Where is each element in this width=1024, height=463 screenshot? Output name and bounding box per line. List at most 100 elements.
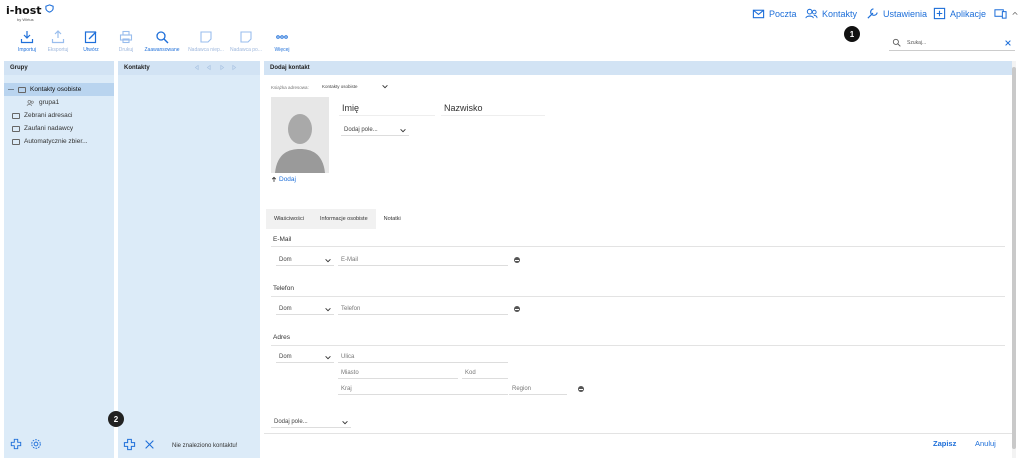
gear-icon[interactable] <box>30 438 42 450</box>
trusted-sender-label: Nadawca po... <box>230 47 262 53</box>
advanced-search-button[interactable]: Zaawansowane <box>139 30 185 53</box>
address-type-select[interactable]: Dom <box>276 352 334 363</box>
group-grupa1[interactable]: grupa1 <box>4 96 114 109</box>
email-type-select[interactable]: Dom <box>276 255 334 266</box>
export-label: Eksportuj <box>47 47 69 53</box>
country-placeholder: Kraj <box>341 386 352 392</box>
divider <box>271 246 1005 247</box>
app-window: i-host by Wirtus Poczta Kontakty 1 Ustaw… <box>0 0 1024 463</box>
address-book-icon <box>12 112 20 119</box>
nav-mail[interactable]: Poczta <box>752 7 797 20</box>
first-page-icon[interactable] <box>194 64 201 71</box>
chevron-up-icon[interactable] <box>1011 7 1019 20</box>
last-name-input[interactable]: Nazwisko <box>441 101 545 116</box>
search-field[interactable]: Szukaj... <box>889 37 1015 51</box>
group-label: Zebrani adresaci <box>24 112 73 119</box>
nav-mail-label: Poczta <box>769 8 797 19</box>
nav-apps[interactable]: Aplikacje <box>933 7 986 20</box>
address-book-icon <box>12 125 20 132</box>
search-icon <box>892 38 901 47</box>
phone-input[interactable]: Telefon <box>338 304 508 315</box>
advanced-search-label: Zaawansowane <box>144 47 180 53</box>
street-input[interactable]: Ulica <box>338 352 508 363</box>
import-label: Importuj <box>17 47 37 53</box>
nav-contacts-label: Kontakty <box>822 8 858 19</box>
arrow-up-icon <box>271 176 277 182</box>
contacts-pager <box>194 64 237 71</box>
add-photo-button[interactable]: Dodaj <box>271 176 296 183</box>
printer-icon <box>119 30 133 44</box>
create-label: Utwórz <box>83 47 99 53</box>
avatar-placeholder-icon <box>275 114 325 173</box>
form-scrollbar[interactable] <box>1012 61 1016 458</box>
edit-icon <box>84 31 97 44</box>
upload-icon <box>51 30 65 44</box>
tab-notes[interactable]: Notatki <box>375 209 409 229</box>
phone-type-value: Dom <box>279 306 292 312</box>
delete-contact-icon[interactable] <box>144 439 155 450</box>
download-icon <box>20 31 34 44</box>
add-field-select-bottom[interactable]: Dodaj pole... <box>271 417 351 428</box>
unsafe-sender-label: Nadawca niep... <box>188 47 224 53</box>
nav-devices[interactable] <box>994 7 1019 20</box>
clear-search-icon[interactable] <box>1004 39 1012 47</box>
addressbook-select[interactable]: Kontakty osobiste <box>319 82 391 91</box>
group-trusted-senders[interactable]: Zaufani nadawcy <box>4 122 114 135</box>
remove-address-icon[interactable] <box>578 386 584 392</box>
more-button[interactable]: Więcej <box>259 30 305 53</box>
street-placeholder: Ulica <box>341 354 355 360</box>
add-field-label: Dodaj pole... <box>344 127 378 133</box>
remove-phone-icon[interactable] <box>514 306 520 312</box>
more-dots-icon <box>276 35 288 39</box>
people-icon <box>26 99 34 106</box>
postal-code-input[interactable]: Kod <box>462 368 508 379</box>
logo-subtitle: by Wirtus <box>17 17 34 22</box>
contact-photo[interactable] <box>271 97 329 173</box>
tab-personal-info[interactable]: Informacje osobiste <box>311 209 376 229</box>
address-book-icon <box>18 86 26 93</box>
cancel-button[interactable]: Anuluj <box>975 439 996 448</box>
next-page-icon[interactable] <box>218 64 225 71</box>
add-group-icon[interactable] <box>10 438 22 450</box>
contacts-title: Kontakty <box>118 61 260 75</box>
add-field-select-top[interactable]: Dodaj pole... <box>341 125 409 136</box>
phone-placeholder: Telefon <box>341 306 361 312</box>
address-section-label: Adres <box>273 334 290 341</box>
footer-divider <box>264 433 1012 434</box>
first-name-input[interactable]: Imię <box>339 101 435 116</box>
chevron-down-icon <box>325 355 331 359</box>
save-button[interactable]: Zapisz <box>933 439 956 448</box>
country-input[interactable]: Kraj <box>338 384 508 395</box>
email-input[interactable]: E-Mail <box>338 255 508 266</box>
group-personal-contacts[interactable]: — Kontakty osobiste <box>4 83 114 96</box>
region-input[interactable]: Region <box>509 384 567 395</box>
address-type-value: Dom <box>279 354 292 360</box>
add-contact-icon[interactable] <box>123 438 136 451</box>
remove-email-icon[interactable] <box>514 257 520 263</box>
nav-settings[interactable]: Ustawienia <box>866 7 927 20</box>
prev-page-icon[interactable] <box>206 64 213 71</box>
nav-contacts[interactable]: Kontakty <box>805 7 857 20</box>
last-page-icon[interactable] <box>230 64 237 71</box>
addressbook-value: Kontakty osobiste <box>322 84 358 89</box>
chevron-down-icon <box>342 420 348 424</box>
nav-apps-label: Aplikacje <box>950 8 987 19</box>
city-placeholder: Miasto <box>341 370 359 376</box>
group-auto-collected[interactable]: Automatycznie zbier... <box>4 135 114 148</box>
group-collected-recipients[interactable]: Zebrani adresaci <box>4 109 114 122</box>
email-placeholder: E-Mail <box>341 257 359 263</box>
phone-type-select[interactable]: Dom <box>276 304 334 315</box>
add-photo-label: Dodaj <box>279 176 296 183</box>
chevron-down-icon <box>382 84 388 89</box>
chevron-down-icon <box>325 258 331 262</box>
print-label: Drukuj <box>118 47 134 53</box>
group-label: Kontakty osobiste <box>30 86 82 93</box>
search-placeholder: Szukaj... <box>907 40 927 46</box>
cloud-shield-icon <box>45 4 55 13</box>
scrollbar-thumb[interactable] <box>1012 67 1016 449</box>
city-input[interactable]: Miasto <box>338 368 458 379</box>
wrench-icon <box>867 8 878 19</box>
tab-properties[interactable]: Właściwości <box>266 209 312 229</box>
envelope-icon <box>752 9 765 19</box>
contacts-icon <box>805 8 818 19</box>
